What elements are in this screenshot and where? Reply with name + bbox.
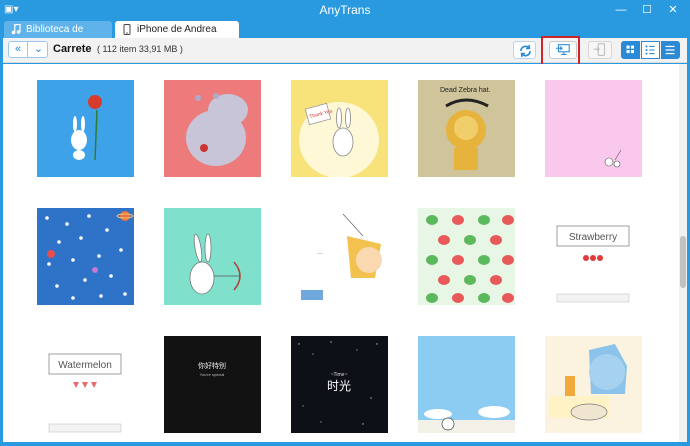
scrollbar-thumb[interactable] xyxy=(680,236,686,288)
list-icon xyxy=(665,45,675,55)
photo-thumbnail[interactable] xyxy=(37,80,134,177)
photo-thumbnail[interactable] xyxy=(418,336,515,433)
photo-grid: Thank You Dead Zebra hat. … Strawberry W… xyxy=(3,64,687,442)
strawberry-caption: Strawberry xyxy=(569,232,617,243)
device-tabs: Biblioteca de iTunes iPhone de Andrea xyxy=(0,20,690,52)
nav-buttons: « ⌄ xyxy=(8,41,48,58)
watermelon-caption: Watermelon xyxy=(58,360,112,371)
anytrans-window: ▣▾ AnyTrans — ☐ ✕ Biblioteca de iTunes i… xyxy=(0,0,690,446)
photo-thumbnail[interactable]: ~Time~ 时光 xyxy=(291,336,388,433)
view-mode-switch xyxy=(621,41,681,59)
send-to-device-button[interactable] xyxy=(588,41,612,59)
special-subcaption: You're special xyxy=(200,372,225,377)
photo-thumbnail[interactable] xyxy=(37,208,134,305)
photo-thumbnail[interactable]: Thank You xyxy=(291,80,388,177)
svg-text:…: … xyxy=(317,250,323,256)
minimize-button[interactable]: — xyxy=(612,2,630,18)
title-bar: ▣▾ AnyTrans — ☐ ✕ xyxy=(0,0,690,20)
breadcrumb: Carrete xyxy=(53,43,92,55)
maximize-button[interactable]: ☐ xyxy=(638,2,656,18)
music-note-icon xyxy=(11,24,21,35)
refresh-button[interactable] xyxy=(513,41,536,59)
toolbar: « ⌄ Carrete ( 112 item 33,91 MB ) xyxy=(3,38,687,63)
photo-thumbnail[interactable]: 你好特别 You're special xyxy=(164,336,261,433)
photo-thumbnail[interactable]: Strawberry xyxy=(545,208,642,305)
refresh-icon xyxy=(520,44,531,58)
list-view-button[interactable] xyxy=(641,41,660,59)
photo-thumbnail[interactable] xyxy=(545,336,642,433)
zebra-caption: Dead Zebra hat. xyxy=(440,87,491,94)
photo-thumbnail[interactable]: Dead Zebra hat. xyxy=(418,80,515,177)
dropdown-button[interactable]: ⌄ xyxy=(29,42,48,57)
iphone-icon xyxy=(123,24,131,35)
photo-thumbnail[interactable] xyxy=(418,208,515,305)
back-button[interactable]: « xyxy=(9,42,28,57)
tab-label: iPhone de Andrea xyxy=(137,24,217,35)
grid-icon xyxy=(626,45,635,54)
photo-thumbnail[interactable]: … xyxy=(291,208,388,305)
tab-itunes-library[interactable]: Biblioteca de iTunes xyxy=(4,21,112,52)
special-caption: 你好特别 xyxy=(198,361,226,370)
photo-thumbnail[interactable] xyxy=(164,80,261,177)
window-title: AnyTrans xyxy=(319,3,371,17)
highlight-box xyxy=(541,36,580,67)
photo-thumbnail[interactable]: Watermelon xyxy=(37,336,134,433)
photo-thumbnail[interactable] xyxy=(164,208,261,305)
to-device-icon xyxy=(593,43,605,56)
tab-iphone[interactable]: iPhone de Andrea xyxy=(115,21,239,38)
detail-list-icon xyxy=(645,45,655,55)
time-title: 时光 xyxy=(327,379,351,393)
time-caption: ~Time~ xyxy=(331,372,348,378)
grid-view-button[interactable] xyxy=(621,41,640,59)
vertical-scrollbar[interactable] xyxy=(679,64,687,442)
photo-thumbnail[interactable] xyxy=(545,80,642,177)
close-button[interactable]: ✕ xyxy=(664,2,682,18)
compact-list-view-button[interactable] xyxy=(661,41,680,59)
item-count-info: ( 112 item 33,91 MB ) xyxy=(97,44,183,54)
